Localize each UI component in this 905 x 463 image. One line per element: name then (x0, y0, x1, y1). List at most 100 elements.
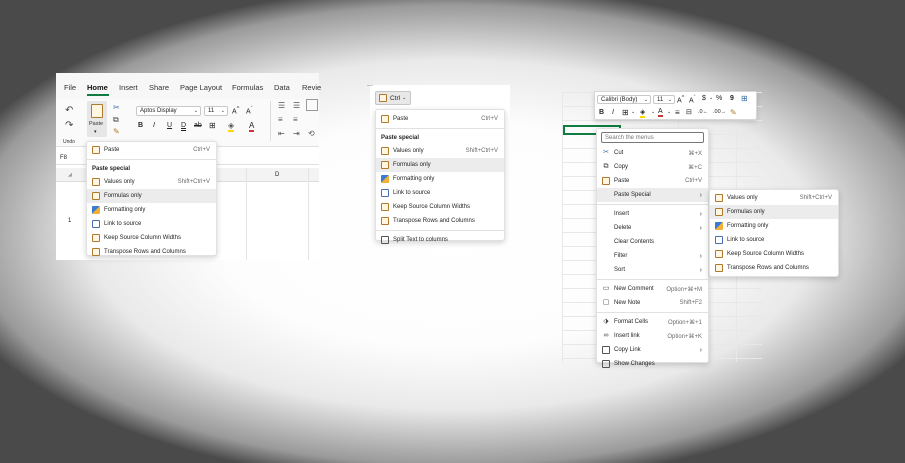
menu-item-formatting-only[interactable]: Formatting only (710, 219, 838, 233)
increase-decimal-icon[interactable]: .0← (698, 109, 708, 115)
menu-item-link-to-source[interactable]: Link to source (710, 233, 838, 247)
italic-icon[interactable]: I (153, 122, 155, 129)
mini-font-name-select[interactable]: Calibri (Body) ⌄ (597, 95, 651, 104)
menu-item-split-text[interactable]: Split Text to columns (376, 233, 504, 247)
strikethrough-icon[interactable]: ab (194, 122, 202, 129)
orientation-icon[interactable]: ⟲ (308, 129, 315, 138)
menu-item-values-only[interactable]: Values only Shift+Ctrl+V (87, 175, 216, 189)
paste-button[interactable]: Paste ▾ (87, 101, 107, 137)
mini-font-size-select[interactable]: 11 ⌄ (653, 95, 675, 104)
menu-item-formatting-only[interactable]: Formatting only (376, 172, 504, 186)
menu-item-copy[interactable]: ⧉ Copy ⌘+C (597, 160, 708, 174)
menu-item-transpose[interactable]: Transpose Rows and Columns (376, 214, 504, 228)
indent-increase-icon[interactable]: ⇥ (293, 129, 300, 138)
menu-item-transpose[interactable]: Transpose Rows and Columns (87, 245, 216, 259)
align-middle-icon[interactable]: ☰ (293, 101, 300, 110)
name-box[interactable]: F8 (60, 155, 67, 161)
menu-item-format-cells[interactable]: ⬗ Format Cells Option+⌘+1 (597, 315, 708, 329)
menu-item-formulas-only[interactable]: Formulas only (376, 158, 504, 172)
align-center-icon[interactable]: ≡ (293, 115, 298, 124)
menu-item-clear-contents[interactable]: Clear Contents (597, 235, 708, 249)
menu-item-values-only[interactable]: Values only Shift+Ctrl+V (710, 191, 838, 205)
align-top-icon[interactable]: ☰ (278, 101, 285, 110)
merge-cells-icon[interactable]: ⊟ (686, 108, 692, 116)
double-underline-icon[interactable]: D (181, 122, 186, 129)
font-color-icon[interactable]: A (249, 121, 255, 132)
decrease-font-icon[interactable]: Aˇ (689, 95, 696, 104)
menu-item-insert[interactable]: Insert › (597, 207, 708, 221)
currency-icon[interactable]: $ (702, 95, 706, 102)
tab-data[interactable]: Data (274, 83, 290, 92)
bold-icon[interactable]: B (138, 122, 143, 129)
font-size-select[interactable]: 11 ⌄ (204, 106, 228, 116)
menu-item-show-changes[interactable]: Show Changes (597, 357, 708, 371)
menu-item-formulas-only[interactable]: Formulas only (87, 189, 216, 203)
column-d-header[interactable]: D (275, 172, 279, 178)
font-name-select[interactable]: Aptos Display ⌄ (136, 106, 201, 116)
tab-insert[interactable]: Insert (119, 83, 138, 92)
menu-item-keep-widths[interactable]: Keep Source Column Widths (376, 200, 504, 214)
cut-icon[interactable]: ✂ (113, 103, 120, 112)
tab-page-layout[interactable]: Page Layout (180, 83, 222, 92)
link-icon: ∞ (603, 332, 609, 339)
menu-item-filter[interactable]: Filter › (597, 249, 708, 263)
menu-item-keep-widths[interactable]: Keep Source Column Widths (710, 247, 838, 261)
menu-item-insert-link[interactable]: ∞ Insert link Option+⌘+K (597, 329, 708, 343)
menu-item-sort[interactable]: Sort › (597, 263, 708, 277)
indent-decrease-icon[interactable]: ⇤ (278, 129, 285, 138)
menu-section-paste-special: Paste special (381, 134, 420, 141)
format-painter-icon[interactable]: ✎ (730, 108, 737, 117)
menu-search-input[interactable]: Search the menus (601, 132, 704, 143)
increase-font-icon[interactable]: A^ (677, 95, 684, 104)
decrease-font-icon[interactable]: Aˇ (246, 106, 253, 115)
percent-icon[interactable]: % (716, 95, 722, 102)
font-color-icon[interactable]: A (658, 108, 663, 117)
borders-icon[interactable]: ⊞ (209, 121, 216, 130)
menu-item-copy-link[interactable]: Copy Link › (597, 343, 708, 357)
select-all-corner[interactable]: ◢ (68, 172, 72, 178)
menu-item-formulas-only[interactable]: Formulas only (710, 205, 838, 219)
comma-style-icon[interactable]: 9 (730, 95, 734, 102)
menu-item-transpose[interactable]: Transpose Rows and Columns (710, 261, 838, 275)
menu-item-cut[interactable]: ✂ Cut ⌘+X (597, 146, 708, 160)
wrap-text-icon[interactable] (306, 99, 318, 111)
fill-color-icon[interactable]: ◈ (640, 108, 646, 118)
menu-item-paste[interactable]: Paste Ctrl+V (376, 112, 504, 126)
menu-item-new-note[interactable]: ▢ New Note Shift+F2 (597, 296, 708, 310)
blank-icon (602, 266, 610, 274)
paste-special-submenu: Values only Shift+Ctrl+V Formulas only F… (709, 189, 839, 277)
redo-icon[interactable]: ↷ (65, 120, 73, 131)
tab-review[interactable]: Revie (302, 83, 321, 92)
menu-item-keep-widths[interactable]: Keep Source Column Widths (87, 231, 216, 245)
menu-item-paste[interactable]: Paste Ctrl+V (87, 143, 216, 157)
tab-formulas[interactable]: Formulas (232, 83, 263, 92)
ctrl-paste-options-button[interactable]: Ctrl ⌄ (375, 91, 411, 105)
tab-home[interactable]: Home (87, 83, 108, 92)
copy-icon[interactable]: ⧉ (113, 115, 119, 125)
decrease-decimal-icon[interactable]: .00→ (713, 109, 726, 115)
menu-item-paste-special[interactable]: Paste Special › (597, 188, 708, 202)
bold-icon[interactable]: B (599, 109, 604, 116)
borders-icon[interactable]: ⊞ (622, 108, 629, 117)
menu-item-values-only[interactable]: Values only Shift+Ctrl+V (376, 144, 504, 158)
undo-icon[interactable]: ↶ (65, 105, 73, 116)
italic-icon[interactable]: I (612, 109, 614, 116)
tab-file[interactable]: File (64, 83, 76, 92)
menu-item-label: Delete (614, 225, 632, 231)
increase-font-icon[interactable]: A^ (232, 106, 239, 115)
menu-item-delete[interactable]: Delete › (597, 221, 708, 235)
table-format-icon[interactable]: ⊞ (741, 94, 748, 103)
row-1-header[interactable]: 1 (68, 218, 71, 224)
align-center-icon[interactable]: ≡ (675, 108, 680, 117)
fill-color-icon[interactable]: ◈ (228, 121, 235, 132)
tab-share[interactable]: Share (149, 83, 169, 92)
align-left-icon[interactable]: ≡ (278, 115, 283, 124)
menu-item-paste[interactable]: Paste Ctrl+V (597, 174, 708, 188)
menu-item-link-to-source[interactable]: Link to source (87, 217, 216, 231)
menu-item-formatting-only[interactable]: Formatting only (87, 203, 216, 217)
menu-item-new-comment[interactable]: ▭ New Comment Option+⌘+M (597, 282, 708, 296)
format-painter-icon[interactable]: ✎ (113, 127, 120, 136)
underline-icon[interactable]: U (167, 122, 172, 129)
chevron-right-icon: › (699, 252, 702, 260)
menu-item-link-to-source[interactable]: Link to source (376, 186, 504, 200)
